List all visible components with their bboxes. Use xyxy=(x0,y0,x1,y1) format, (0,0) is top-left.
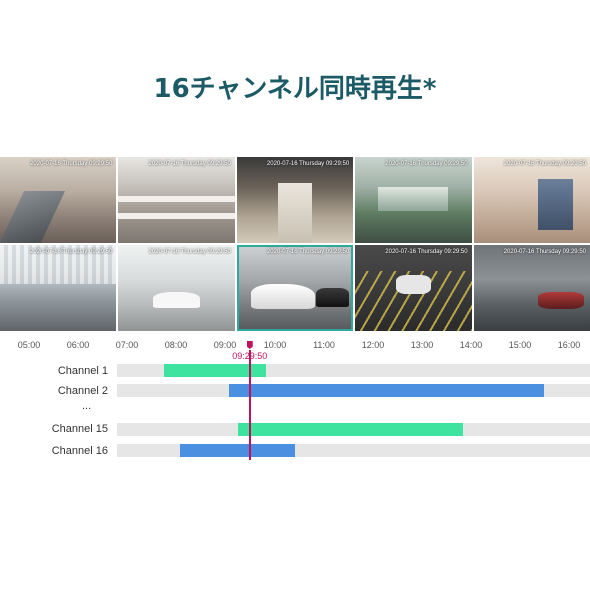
channel-label: Channel 16 xyxy=(51,445,108,457)
tick-label: 10:00 xyxy=(263,340,287,350)
camera-thumbnail[interactable]: 2020-07-16 Thursday 09:29:50 xyxy=(473,157,590,243)
tick-label: 13:00 xyxy=(410,340,434,350)
thumbnail-timestamp: 2020-07-16 Thursday 09:29:50 xyxy=(148,161,231,167)
camera-thumbnail[interactable]: 2020-07-16 Thursday 09:29:50 xyxy=(118,245,235,331)
tick-label: 06:00 xyxy=(66,340,90,350)
thumbnail-timestamp: 2020-07-16 Thursday 09:29:50 xyxy=(30,249,113,255)
tick-label: 11:00 xyxy=(313,340,335,350)
camera-thumbnail[interactable]: 2020-07-16 Thursday 09:29:50 xyxy=(118,157,235,243)
thumbnail-timestamp: 2020-07-16 Thursday 09:29:50 xyxy=(148,249,231,255)
playhead-time: 09:29:50 xyxy=(232,351,268,361)
recording-segment[interactable] xyxy=(164,364,267,377)
thumbnail-timestamp: 2020-07-16 Thursday 09:29:50 xyxy=(266,249,350,255)
thumbnail-timestamp: 2020-07-16 Thursday 09:29:50 xyxy=(266,161,350,167)
recording-segment[interactable] xyxy=(229,384,545,397)
thumbnail-timestamp: 2020-07-16 Thursday 09:29:50 xyxy=(503,161,586,167)
playhead-line[interactable] xyxy=(249,350,251,460)
tick-label: 08:00 xyxy=(164,340,188,350)
camera-thumbnail[interactable]: 2020-07-16 Thursday 09:29:50 xyxy=(0,157,117,243)
recording-segment[interactable] xyxy=(180,444,295,457)
channel-label: Channel 2 xyxy=(57,385,108,397)
page-title: 16チャンネル同時再生* xyxy=(153,74,437,104)
thumbnail-timestamp: 2020-07-16 Thursday 09:29:50 xyxy=(385,161,468,167)
recording-segment[interactable] xyxy=(237,423,463,436)
camera-grid: 2020-07-16 Thursday 09:29:50 2020-07-16 … xyxy=(0,157,590,331)
tick-label: 12:00 xyxy=(361,340,385,350)
camera-thumbnail[interactable]: 2020-07-16 Thursday 09:29:50 xyxy=(236,157,354,243)
thumbnail-timestamp: 2020-07-16 Thursday 09:29:50 xyxy=(30,161,113,167)
camera-thumbnail[interactable]: 2020-07-16 Thursday 09:29:50 xyxy=(473,245,590,331)
thumbnail-timestamp: 2020-07-16 Thursday 09:29:50 xyxy=(503,249,586,255)
thumbnail-timestamp: 2020-07-16 Thursday 09:29:50 xyxy=(385,249,468,255)
channel-label: Channel 1 xyxy=(57,365,108,377)
tick-label: 09:00 xyxy=(213,340,237,350)
tick-label: 07:00 xyxy=(115,340,139,350)
tick-label: 16:00 xyxy=(557,340,581,350)
tick-label: 05:00 xyxy=(17,340,41,350)
camera-thumbnail[interactable]: 2020-07-16 Thursday 09:29:50 xyxy=(355,245,472,331)
camera-thumbnail-selected[interactable]: 2020-07-16 Thursday 09:29:50 xyxy=(236,245,354,331)
more-channels-ellipsis: ... xyxy=(82,400,92,412)
tick-label: 14:00 xyxy=(459,340,483,350)
channel-label: Channel 15 xyxy=(51,423,108,435)
tick-label: 15:00 xyxy=(508,340,532,350)
camera-thumbnail[interactable]: 2020-07-16 Thursday 09:29:50 xyxy=(0,245,117,331)
time-axis: 05:00 06:00 07:00 08:00 09:00 10:00 11:0… xyxy=(0,340,590,354)
camera-thumbnail[interactable]: 2020-07-16 Thursday 09:29:50 xyxy=(355,157,472,243)
